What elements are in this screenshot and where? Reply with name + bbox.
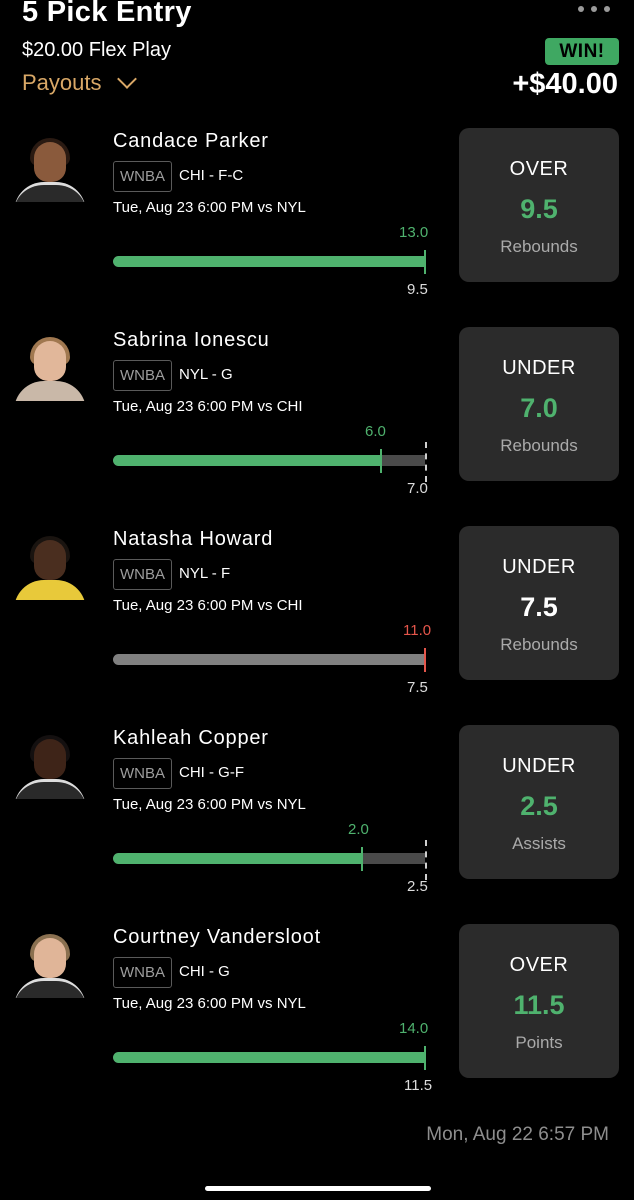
pick-direction: OVER bbox=[509, 158, 569, 180]
play-type: $20.00 Flex Play bbox=[22, 39, 171, 61]
entry-header: 5 Pick Entry $20.00 Flex Play Payouts WI… bbox=[0, 0, 634, 110]
pick-row[interactable]: Courtney Vandersloot WNBA CHI - G Tue, A… bbox=[0, 924, 634, 1094]
league-badge: WNBA bbox=[113, 559, 172, 590]
player-avatar bbox=[14, 536, 86, 600]
projection-line: 7.5 bbox=[520, 592, 558, 622]
player-avatar bbox=[14, 735, 86, 799]
stat-type: Assists bbox=[512, 834, 566, 853]
stat-type: Rebounds bbox=[500, 635, 578, 654]
team-position: CHI - G bbox=[179, 963, 230, 980]
line-value: 9.5 bbox=[407, 281, 428, 298]
progress-track bbox=[113, 1052, 425, 1063]
progress-fill bbox=[113, 654, 425, 665]
line-marker bbox=[424, 250, 426, 274]
projection-card[interactable]: UNDER 7.5 Rebounds bbox=[459, 526, 619, 680]
player-name: Kahleah Copper bbox=[113, 727, 269, 749]
page-title: 5 Pick Entry bbox=[22, 0, 192, 28]
actual-value: 14.0 bbox=[399, 1020, 429, 1037]
player-avatar bbox=[14, 138, 86, 202]
league-badge: WNBA bbox=[113, 758, 172, 789]
projection-card[interactable]: UNDER 2.5 Assists bbox=[459, 725, 619, 879]
stat-type: Rebounds bbox=[500, 436, 578, 455]
line-marker bbox=[424, 648, 426, 672]
pick-direction: UNDER bbox=[502, 357, 576, 379]
team-position: CHI - F-C bbox=[179, 167, 244, 184]
pick-direction: OVER bbox=[509, 954, 569, 976]
game-info: Tue, Aug 23 6:00 PM vs NYL bbox=[113, 199, 306, 216]
game-info: Tue, Aug 23 6:00 PM vs CHI bbox=[113, 398, 303, 415]
team-position: CHI - G-F bbox=[179, 764, 244, 781]
line-value: 7.5 bbox=[407, 679, 428, 696]
line-marker-dashed bbox=[425, 442, 427, 482]
pick-row[interactable]: Sabrina Ionescu WNBA NYL - G Tue, Aug 23… bbox=[0, 327, 634, 497]
projection-line: 9.5 bbox=[520, 194, 558, 224]
line-marker-dashed bbox=[425, 840, 427, 880]
projection-card[interactable]: OVER 11.5 Points bbox=[459, 924, 619, 1078]
league-badge: WNBA bbox=[113, 360, 172, 391]
winnings-amount: +$40.00 bbox=[512, 68, 618, 100]
progress-fill bbox=[113, 1052, 425, 1063]
line-marker bbox=[424, 1046, 426, 1070]
player-avatar bbox=[14, 934, 86, 998]
pick-direction: UNDER bbox=[502, 556, 576, 578]
chevron-down-icon bbox=[116, 69, 137, 89]
status-badge: WIN! bbox=[545, 38, 619, 65]
projection-line: 7.0 bbox=[520, 393, 558, 423]
team-position: NYL - G bbox=[179, 366, 233, 383]
payouts-toggle[interactable]: Payouts bbox=[22, 69, 137, 96]
pick-direction: UNDER bbox=[502, 755, 576, 777]
league-badge: WNBA bbox=[113, 161, 172, 192]
player-name: Courtney Vandersloot bbox=[113, 926, 321, 948]
game-info: Tue, Aug 23 6:00 PM vs CHI bbox=[113, 597, 303, 614]
progress-track bbox=[113, 654, 425, 665]
line-value: 7.0 bbox=[407, 480, 428, 497]
progress-track bbox=[113, 455, 425, 466]
projection-line: 11.5 bbox=[513, 990, 565, 1020]
game-info: Tue, Aug 23 6:00 PM vs NYL bbox=[113, 796, 306, 813]
more-options-icon[interactable] bbox=[578, 6, 610, 12]
payouts-label: Payouts bbox=[22, 70, 102, 95]
progress-fill bbox=[113, 853, 363, 864]
stat-type: Rebounds bbox=[500, 237, 578, 256]
team-position: NYL - F bbox=[179, 565, 231, 582]
actual-marker bbox=[361, 847, 363, 871]
projection-card[interactable]: OVER 9.5 Rebounds bbox=[459, 128, 619, 282]
projection-card[interactable]: UNDER 7.0 Rebounds bbox=[459, 327, 619, 481]
stat-type: Points bbox=[515, 1033, 563, 1052]
league-badge: WNBA bbox=[113, 957, 172, 988]
progress-fill bbox=[113, 455, 381, 466]
progress-fill bbox=[113, 256, 425, 267]
actual-value: 6.0 bbox=[365, 423, 386, 440]
player-name: Natasha Howard bbox=[113, 528, 274, 550]
line-value: 2.5 bbox=[407, 878, 428, 895]
line-value: 11.5 bbox=[404, 1077, 433, 1094]
game-info: Tue, Aug 23 6:00 PM vs NYL bbox=[113, 995, 306, 1012]
actual-value: 11.0 bbox=[403, 622, 432, 639]
actual-marker bbox=[380, 449, 382, 473]
home-indicator[interactable] bbox=[205, 1186, 431, 1191]
pick-row[interactable]: Kahleah Copper WNBA CHI - G-F Tue, Aug 2… bbox=[0, 725, 634, 895]
actual-value: 13.0 bbox=[399, 224, 429, 241]
progress-track bbox=[113, 256, 425, 267]
pick-row[interactable]: Natasha Howard WNBA NYL - F Tue, Aug 23 … bbox=[0, 526, 634, 696]
progress-track bbox=[113, 853, 425, 864]
player-name: Sabrina Ionescu bbox=[113, 329, 270, 351]
actual-value: 2.0 bbox=[348, 821, 369, 838]
projection-line: 2.5 bbox=[520, 791, 558, 821]
player-avatar bbox=[14, 337, 86, 401]
pick-row[interactable]: Candace Parker WNBA CHI - F-C Tue, Aug 2… bbox=[0, 128, 634, 298]
entry-timestamp: Mon, Aug 22 6:57 PM bbox=[426, 1124, 609, 1145]
player-name: Candace Parker bbox=[113, 130, 269, 152]
